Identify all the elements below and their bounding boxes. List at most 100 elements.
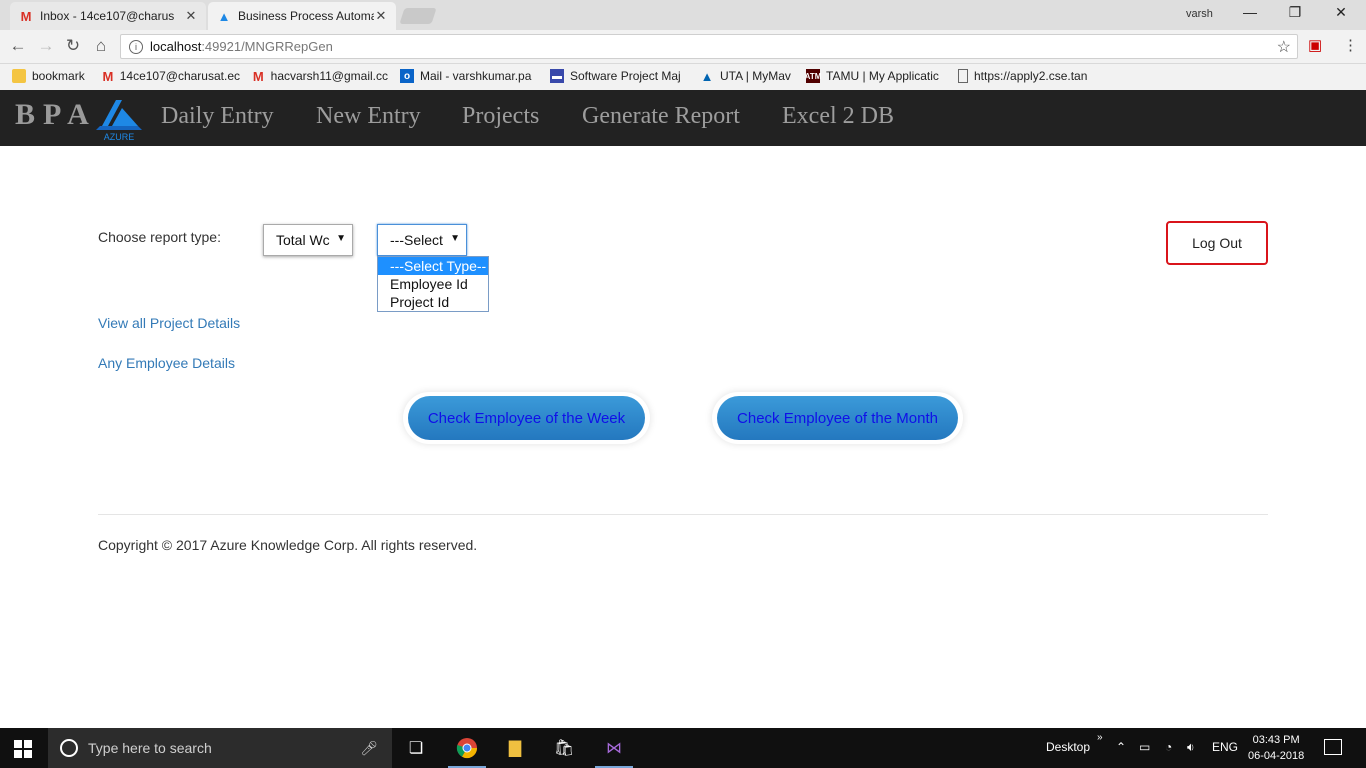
desktop-toolbar-label[interactable]: Desktop <box>1046 740 1090 754</box>
close-window-icon[interactable]: ✕ <box>1331 4 1351 21</box>
bookmark-star-icon[interactable]: ☆ <box>1277 37 1291 57</box>
check-employee-of-week-button[interactable]: Check Employee of the Week <box>408 396 645 440</box>
filter-type-dropdown-list: ---Select Type--- Employee Id Project Id <box>377 256 489 312</box>
dropdown-option-employee-id[interactable]: Employee Id <box>378 275 488 293</box>
nav-new-entry[interactable]: New Entry <box>316 103 421 130</box>
show-hidden-icons-icon[interactable]: ⌃ <box>1116 740 1126 754</box>
bookmark-item[interactable]: ATM TAMU | My Applicatic <box>806 69 946 83</box>
uta-icon: ▲ <box>700 69 714 83</box>
tab-inbox[interactable]: M Inbox - 14ce107@charus ✕ <box>10 2 206 30</box>
folder-icon <box>12 69 26 83</box>
bookmark-item[interactable]: M 14ce107@charusat.ec <box>102 69 240 83</box>
gmail-icon: M <box>252 69 264 83</box>
system-clock[interactable]: 03:43 PM 06-04-2018 <box>1248 732 1304 764</box>
minimize-icon[interactable]: — <box>1240 4 1260 20</box>
azure-icon: ▲ <box>217 8 231 24</box>
wifi-icon[interactable]: ◔ <box>1165 740 1172 754</box>
tab-label: Business Process Automa <box>238 9 374 23</box>
clock-time: 03:43 PM <box>1252 734 1300 746</box>
volume-icon[interactable]: 🔉︎ <box>1187 740 1195 755</box>
bookmark-label: TAMU | My Applicatic <box>826 69 939 83</box>
bookmark-label: Software Project Maj <box>570 69 681 83</box>
bookmark-item[interactable]: o Mail - varshkumar.pa <box>400 69 536 83</box>
employee-of-month-button-frame: Check Employee of the Month <box>712 392 963 444</box>
brand-logo-text[interactable]: BPA <box>15 98 97 132</box>
azure-logo-text: AZURE <box>104 132 135 142</box>
report-type-select[interactable]: Total Wc ▼ <box>263 224 353 256</box>
new-tab-button[interactable] <box>399 8 437 24</box>
tamu-icon: ATM <box>806 69 821 83</box>
dropdown-arrow-icon: ▼ <box>450 233 460 244</box>
reload-icon[interactable]: ↻ <box>62 36 84 56</box>
gmail-icon: M <box>102 69 114 83</box>
employee-of-week-button-frame: Check Employee of the Week <box>403 392 650 444</box>
bookmark-label: bookmark <box>32 69 85 83</box>
toolbar-expand-icon[interactable]: » <box>1097 732 1103 743</box>
search-placeholder: Type here to search <box>88 740 212 756</box>
bookmark-item[interactable]: M hacvarsh11@gmail.cc <box>252 69 388 83</box>
close-icon[interactable]: ✕ <box>184 8 198 24</box>
nav-excel-2-db[interactable]: Excel 2 DB <box>782 103 894 130</box>
bookmark-label: UTA | MyMav <box>720 69 791 83</box>
footer-divider <box>98 514 1268 515</box>
page-icon <box>958 69 968 83</box>
microphone-icon[interactable]: 🎤︎ <box>360 740 378 757</box>
gmail-icon: M <box>20 8 32 24</box>
back-icon[interactable]: ← <box>7 36 29 56</box>
window-user-name: varsh <box>1186 8 1213 20</box>
url-input[interactable]: i localhost:49921/MNGRRepGen ☆ <box>120 34 1298 59</box>
url-path: :49921/MNGRRepGen <box>201 39 333 54</box>
visual-studio-icon[interactable]: ⋈ <box>595 736 633 768</box>
bookmark-item[interactable]: ▲ UTA | MyMav <box>700 69 800 83</box>
store-icon[interactable]: 🛍︎ <box>551 736 577 760</box>
close-icon[interactable]: ✕ <box>374 8 388 24</box>
language-indicator[interactable]: ENG <box>1212 740 1238 754</box>
bookmark-label: hacvarsh11@gmail.cc <box>270 69 388 83</box>
forward-icon[interactable]: → <box>35 36 57 56</box>
logout-button[interactable]: Log Out <box>1166 221 1268 265</box>
windows-taskbar: Type here to search 🎤︎ ❏ ▇ 🛍︎ ⋈ Desktop … <box>0 728 1366 768</box>
bookmark-item[interactable]: bookmark <box>12 69 92 83</box>
report-type-value: Total Wc <box>276 232 330 248</box>
copyright-footer: Copyright © 2017 Azure Knowledge Corp. A… <box>98 537 478 553</box>
windows-start-icon[interactable] <box>14 740 32 758</box>
bookmark-item[interactable]: ▬ Software Project Maj <box>550 69 690 83</box>
view-all-project-details-link[interactable]: View all Project Details <box>98 315 240 331</box>
bookmark-label: Mail - varshkumar.pa <box>420 69 532 83</box>
nav-projects[interactable]: Projects <box>462 103 539 130</box>
browser-tab-bar: M Inbox - 14ce107@charus ✕ ▲ Business Pr… <box>0 0 1366 30</box>
bookmark-label: 14ce107@charusat.ec <box>119 69 240 83</box>
pdf-extension-icon[interactable]: ▣ <box>1308 36 1322 54</box>
choose-report-type-label: Choose report type: <box>98 229 221 245</box>
battery-icon[interactable]: ▭ <box>1139 740 1150 754</box>
dropdown-option-select-type[interactable]: ---Select Type--- <box>378 257 488 292</box>
nav-daily-entry[interactable]: Daily Entry <box>161 103 274 130</box>
file-explorer-icon[interactable]: ▇ <box>502 736 528 760</box>
chrome-icon[interactable] <box>448 736 486 768</box>
cortana-icon <box>60 739 78 757</box>
azure-logo-icon[interactable]: AZURE <box>92 96 146 142</box>
dropdown-option-project-id[interactable]: Project Id <box>378 293 488 311</box>
bookmark-label: https://apply2.cse.tan <box>974 69 1088 83</box>
info-icon[interactable]: i <box>129 39 143 54</box>
app-navbar: BPA AZURE Daily Entry New Entry Projects… <box>0 90 1366 146</box>
home-icon[interactable]: ⌂ <box>90 36 112 56</box>
tab-label: Inbox - 14ce107@charus <box>40 9 175 23</box>
project-icon: ▬ <box>550 69 564 83</box>
address-bar-row: ← → ↻ ⌂ i localhost:49921/MNGRRepGen ☆ ▣… <box>0 30 1366 64</box>
clock-date: 06-04-2018 <box>1248 750 1305 762</box>
restore-icon[interactable]: ❐ <box>1285 4 1305 21</box>
filter-type-select[interactable]: ---Select ▼ <box>377 224 467 256</box>
check-employee-of-month-button[interactable]: Check Employee of the Month <box>717 396 958 440</box>
taskbar-search-input[interactable]: Type here to search 🎤︎ <box>48 728 392 768</box>
task-view-icon[interactable]: ❏ <box>403 736 429 760</box>
action-center-icon[interactable] <box>1324 739 1342 755</box>
url-host: localhost <box>150 39 202 54</box>
menu-icon[interactable]: ⋮ <box>1343 36 1358 54</box>
bookmark-item[interactable]: https://apply2.cse.tan <box>958 69 1096 83</box>
nav-generate-report[interactable]: Generate Report <box>582 103 740 130</box>
tab-business-process[interactable]: ▲ Business Process Automa ✕ <box>208 2 396 30</box>
any-employee-details-link[interactable]: Any Employee Details <box>98 355 235 371</box>
bookmarks-bar: bookmark M 14ce107@charusat.ec M hacvars… <box>0 64 1366 90</box>
outlook-icon: o <box>400 69 414 83</box>
